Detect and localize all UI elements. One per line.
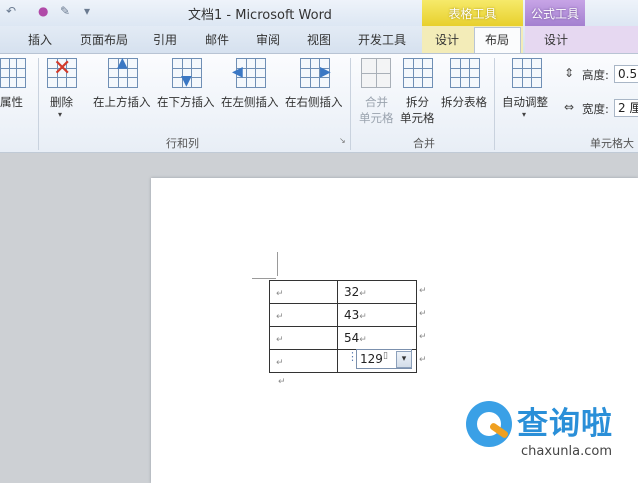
arrow-right-icon: ▶ bbox=[320, 64, 331, 80]
split-table-label[interactable]: 拆分表格 bbox=[441, 94, 487, 110]
tab-insert[interactable]: 插入 bbox=[28, 31, 52, 48]
tab-table-layout[interactable]: 布局 bbox=[485, 31, 509, 48]
cell-value: 54 bbox=[344, 331, 360, 345]
height-input[interactable]: 0.52 bbox=[614, 65, 638, 83]
row-end-mark: ↵ bbox=[419, 286, 427, 296]
split-cells-label-1[interactable]: 拆分 bbox=[406, 94, 429, 110]
arrow-left-icon: ◀ bbox=[232, 64, 243, 80]
insert-right-label[interactable]: 在右侧插入 bbox=[285, 94, 343, 110]
tab-mailings[interactable]: 邮件 bbox=[205, 31, 229, 48]
group-separator bbox=[350, 58, 351, 150]
merge-cells-label-2[interactable]: 单元格 bbox=[359, 110, 394, 126]
cell-value: 32 bbox=[344, 285, 360, 299]
arrow-down-icon: ▼ bbox=[181, 73, 192, 89]
table-row: ↵ 32↵ bbox=[269, 280, 417, 304]
crop-mark bbox=[277, 252, 278, 276]
table-tools-label: 表格工具 bbox=[448, 7, 497, 21]
color-icon[interactable]: ● bbox=[38, 4, 48, 18]
tab-table-design[interactable]: 设计 bbox=[435, 31, 459, 48]
formula-result: 129 bbox=[360, 352, 383, 366]
table-cell[interactable]: ↵ bbox=[269, 280, 338, 304]
dialog-launcher-icon[interactable]: ↘ bbox=[339, 136, 346, 145]
formula-tools-band bbox=[525, 26, 638, 53]
undo-icon[interactable]: ↶ bbox=[6, 4, 16, 18]
table-tools-header: 表格工具 bbox=[422, 0, 523, 27]
paragraph-mark: ↵ bbox=[278, 377, 286, 387]
formula-tools-header: 公式工具 bbox=[525, 0, 585, 27]
pen-icon[interactable]: ✎ bbox=[60, 4, 70, 18]
arrow-up-icon: ▲ bbox=[117, 55, 128, 71]
group-label-cell-size: 单元格大 bbox=[590, 137, 634, 150]
table-cell[interactable]: 43↵ bbox=[337, 303, 417, 327]
tab-review[interactable]: 审阅 bbox=[256, 31, 280, 48]
cell-value: 43 bbox=[344, 308, 360, 322]
insert-left-label[interactable]: 在左侧插入 bbox=[221, 94, 279, 110]
field-end-icon: ▯ bbox=[383, 351, 388, 361]
autofit-icon[interactable] bbox=[512, 58, 542, 88]
row-end-mark: ↵ bbox=[419, 355, 427, 365]
group-separator bbox=[494, 58, 495, 150]
properties-icon[interactable] bbox=[0, 58, 26, 88]
table-cell[interactable]: ↵ bbox=[269, 326, 338, 350]
merge-cells-label-1[interactable]: 合并 bbox=[365, 94, 388, 110]
table-row: ↵ 54↵ bbox=[269, 326, 417, 350]
merge-cells-icon[interactable] bbox=[361, 58, 391, 88]
delete-label[interactable]: 删除 bbox=[50, 94, 73, 110]
split-cells-icon[interactable] bbox=[403, 58, 433, 88]
watermark-url: chaxunla.com bbox=[521, 444, 612, 459]
tab-references[interactable]: 引用 bbox=[153, 31, 177, 48]
group-label-merge: 合并 bbox=[413, 137, 435, 150]
insert-below-label[interactable]: 在下方插入 bbox=[157, 94, 215, 110]
row-end-mark: ↵ bbox=[419, 332, 427, 342]
tab-page-layout[interactable]: 页面布局 bbox=[80, 31, 128, 48]
insert-above-label[interactable]: 在上方插入 bbox=[93, 94, 151, 110]
formula-tools-label: 公式工具 bbox=[530, 7, 579, 21]
column-width-icon: ⇔ bbox=[564, 100, 575, 114]
group-label-rows-columns: 行和列 bbox=[166, 137, 199, 150]
delete-dropdown-icon[interactable]: ▾ bbox=[58, 110, 62, 119]
tab-developer[interactable]: 开发工具 bbox=[358, 31, 406, 48]
autofit-label[interactable]: 自动调整 bbox=[502, 94, 548, 110]
row-height-icon: ⇕ bbox=[564, 66, 575, 80]
autofit-dropdown-icon[interactable]: ▾ bbox=[522, 110, 526, 119]
field-options-dropdown[interactable]: ▾ bbox=[396, 351, 412, 368]
split-table-icon[interactable] bbox=[450, 58, 480, 88]
window-title: 文档1 - Microsoft Word bbox=[188, 8, 332, 23]
watermark-brand: 查询啦 bbox=[517, 406, 613, 442]
table-row: ↵ 43↵ bbox=[269, 303, 417, 327]
table-cell[interactable]: 54↵ bbox=[337, 326, 417, 350]
height-label: 高度: bbox=[582, 68, 609, 82]
width-label: 宽度: bbox=[582, 102, 609, 116]
properties-label[interactable]: 属性 bbox=[0, 94, 23, 110]
table-cell[interactable]: 32↵ bbox=[337, 280, 417, 304]
table-cell[interactable]: ↵ bbox=[269, 303, 338, 327]
split-cells-label-2[interactable]: 单元格 bbox=[400, 110, 435, 126]
customize-quick-access-icon[interactable]: ▾ bbox=[84, 4, 90, 18]
tab-formula-design[interactable]: 设计 bbox=[544, 31, 568, 48]
crop-mark bbox=[252, 278, 276, 279]
width-input[interactable]: 2 厘 bbox=[614, 99, 638, 117]
row-end-mark: ↵ bbox=[419, 309, 427, 319]
table-cell[interactable]: ↵ bbox=[269, 349, 338, 373]
tab-view[interactable]: 视图 bbox=[307, 31, 331, 48]
delete-x-icon: ✕ bbox=[53, 56, 72, 81]
group-separator bbox=[38, 58, 39, 150]
